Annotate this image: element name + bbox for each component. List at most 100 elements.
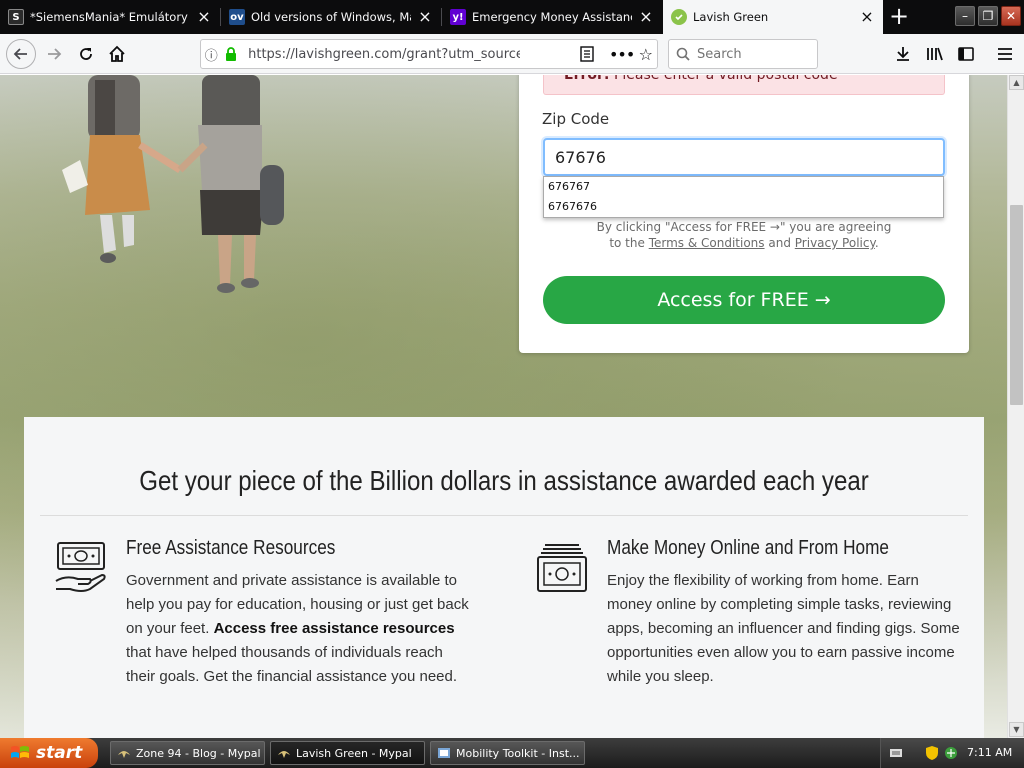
privacy-policy-link[interactable]: Privacy Policy <box>795 236 875 250</box>
siemensmania-favicon-icon: S <box>8 9 24 25</box>
clock[interactable]: 7:11 AM <box>967 746 1012 759</box>
search-input[interactable]: Search <box>668 39 818 69</box>
navigation-toolbar: ⓘ https://lavishgreen.com/grant?utm_sour… <box>0 34 1024 74</box>
tab-emergency-money[interactable]: y! Emergency Money Assistance - Y × <box>442 0 662 34</box>
feature-make-money: Make Money Online and From Home Enjoy th… <box>535 537 975 738</box>
search-placeholder: Search <box>697 46 742 62</box>
feature-free-assistance: Free Assistance Resources Government and… <box>54 537 494 738</box>
feature-description: Government and private assistance is ava… <box>126 569 476 689</box>
download-icon <box>897 47 909 61</box>
oldversion-favicon-icon: ov <box>229 9 245 25</box>
consent-and: and <box>768 236 791 250</box>
network-icon[interactable] <box>943 745 959 761</box>
new-tab-button[interactable]: + <box>884 2 914 32</box>
tab-title: Lavish Green <box>693 10 769 24</box>
consent-text: By clicking "Access for FREE →" you are … <box>543 219 945 251</box>
library-button[interactable] <box>921 40 949 68</box>
mypal-icon <box>278 751 290 758</box>
windows-logo-icon <box>11 746 29 758</box>
feature-text-bold: Access free assistance resources <box>213 620 455 637</box>
taskbar-item-label: Mobility Toolkit - Inst... <box>456 746 580 760</box>
sidebar-button[interactable] <box>952 40 980 68</box>
back-button[interactable] <box>6 39 36 69</box>
error-message: Please enter a valid postal code <box>613 75 838 83</box>
taskbar-item-lavish-green[interactable]: Lavish Green - Mypal <box>270 741 425 765</box>
scroll-up-arrow-icon[interactable]: ▲ <box>1009 75 1024 90</box>
forward-arrow-icon <box>48 48 62 60</box>
section-heading: Get your piece of the Billion dollars in… <box>139 465 869 496</box>
reader-view-icon[interactable] <box>578 46 597 62</box>
url-bar[interactable]: ⓘ https://lavishgreen.com/grant?utm_sour… <box>200 39 658 69</box>
close-tab-icon[interactable]: × <box>859 9 875 25</box>
bookmark-star-icon[interactable]: ☆ <box>635 45 657 64</box>
error-prefix: Error: <box>564 75 610 83</box>
tab-old-versions[interactable]: ov Old versions of Windows, Mac and × <box>221 0 441 34</box>
zip-code-input[interactable] <box>543 138 945 176</box>
autocomplete-option[interactable]: 676767 <box>544 177 943 197</box>
close-tab-icon[interactable]: × <box>638 9 654 25</box>
yahoo-favicon-icon: y! <box>450 9 466 25</box>
zip-code-label: Zip Code <box>542 110 610 128</box>
signup-form-card: Error: Please enter a valid postal code … <box>519 75 969 353</box>
taskbar-item-zone94[interactable]: Zone 94 - Blog - Mypal <box>110 741 265 765</box>
tab-lavish-green[interactable]: Lavish Green × <box>663 0 883 34</box>
tab-siemensmania[interactable]: S *SiemensMania* Emulátory × <box>0 0 220 34</box>
tab-strip: S *SiemensMania* Emulátory × ov Old vers… <box>0 0 1024 34</box>
terms-link[interactable]: Terms & Conditions <box>649 236 765 250</box>
start-label: start <box>36 743 83 763</box>
taskbar-item-label: Lavish Green - Mypal <box>296 746 412 760</box>
start-button[interactable]: start <box>0 738 98 768</box>
system-tray: 7:11 AM <box>880 738 1024 768</box>
scrollbar-thumb[interactable] <box>1010 205 1023 405</box>
window-close-button[interactable]: ✕ <box>1001 6 1021 26</box>
feature-text-after: that have helped thousands of individual… <box>126 644 458 685</box>
lock-icon <box>221 47 240 61</box>
close-tab-icon[interactable]: × <box>196 9 212 25</box>
url-text[interactable]: https://lavishgreen.com/grant?utm_source… <box>248 47 520 62</box>
tab-title: *SiemensMania* Emulátory <box>30 10 188 24</box>
home-button[interactable] <box>103 40 131 68</box>
taskbar-item-label: Zone 94 - Blog - Mypal <box>136 746 261 760</box>
page-viewport: Error: Please enter a valid postal code … <box>0 75 1007 738</box>
keyboard-icon[interactable] <box>889 746 903 760</box>
divider <box>40 515 968 516</box>
minimize-button[interactable]: – <box>955 6 975 26</box>
scroll-down-arrow-icon[interactable]: ▼ <box>1009 722 1024 737</box>
consent-line-1: By clicking "Access for FREE →" you are … <box>596 220 892 234</box>
hand-money-icon <box>55 542 106 592</box>
page-scrollbar[interactable]: ▲ ▼ <box>1007 75 1024 738</box>
access-for-free-button[interactable]: Access for FREE → <box>543 276 945 324</box>
info-section: Get your piece of the Billion dollars in… <box>24 417 984 738</box>
cash-stack-icon <box>537 544 587 592</box>
feature-title: Free Assistance Resources <box>126 537 336 559</box>
autocomplete-dropdown: 676767 6767676 <box>543 176 944 218</box>
forward-button[interactable] <box>40 40 68 68</box>
taskbar-item-mobility-toolkit[interactable]: Mobility Toolkit - Inst... <box>430 741 585 765</box>
tab-title: Emergency Money Assistance - Y <box>472 10 632 24</box>
windows-taskbar: start Zone 94 - Blog - Mypal Lavish Gree… <box>0 738 1024 768</box>
reload-icon <box>80 48 92 60</box>
page-actions-icon[interactable]: ••• <box>609 45 635 64</box>
feature-title: Make Money Online and From Home <box>607 537 890 559</box>
home-icon <box>109 45 125 62</box>
toolkit-icon <box>438 748 450 758</box>
menu-button[interactable] <box>991 40 1019 68</box>
downloads-button[interactable] <box>889 40 917 68</box>
search-icon <box>669 47 697 61</box>
consent-to-the: to the <box>609 236 645 250</box>
security-shield-icon[interactable] <box>925 745 939 761</box>
hamburger-menu-icon <box>998 48 1012 60</box>
sidebar-icon <box>958 47 974 61</box>
back-arrow-icon <box>13 48 27 60</box>
autocomplete-option[interactable]: 6767676 <box>544 197 943 217</box>
close-tab-icon[interactable]: × <box>417 9 433 25</box>
info-icon[interactable]: ⓘ <box>201 45 221 64</box>
consent-period: . <box>874 236 879 250</box>
error-alert: Error: Please enter a valid postal code <box>543 75 945 95</box>
hikers-photo <box>62 75 284 293</box>
mypal-icon <box>118 751 130 758</box>
tab-title: Old versions of Windows, Mac and <box>251 10 411 24</box>
maximize-button[interactable]: ❐ <box>978 6 998 26</box>
feature-description: Enjoy the flexibility of working from ho… <box>607 572 960 685</box>
reload-button[interactable] <box>72 40 100 68</box>
